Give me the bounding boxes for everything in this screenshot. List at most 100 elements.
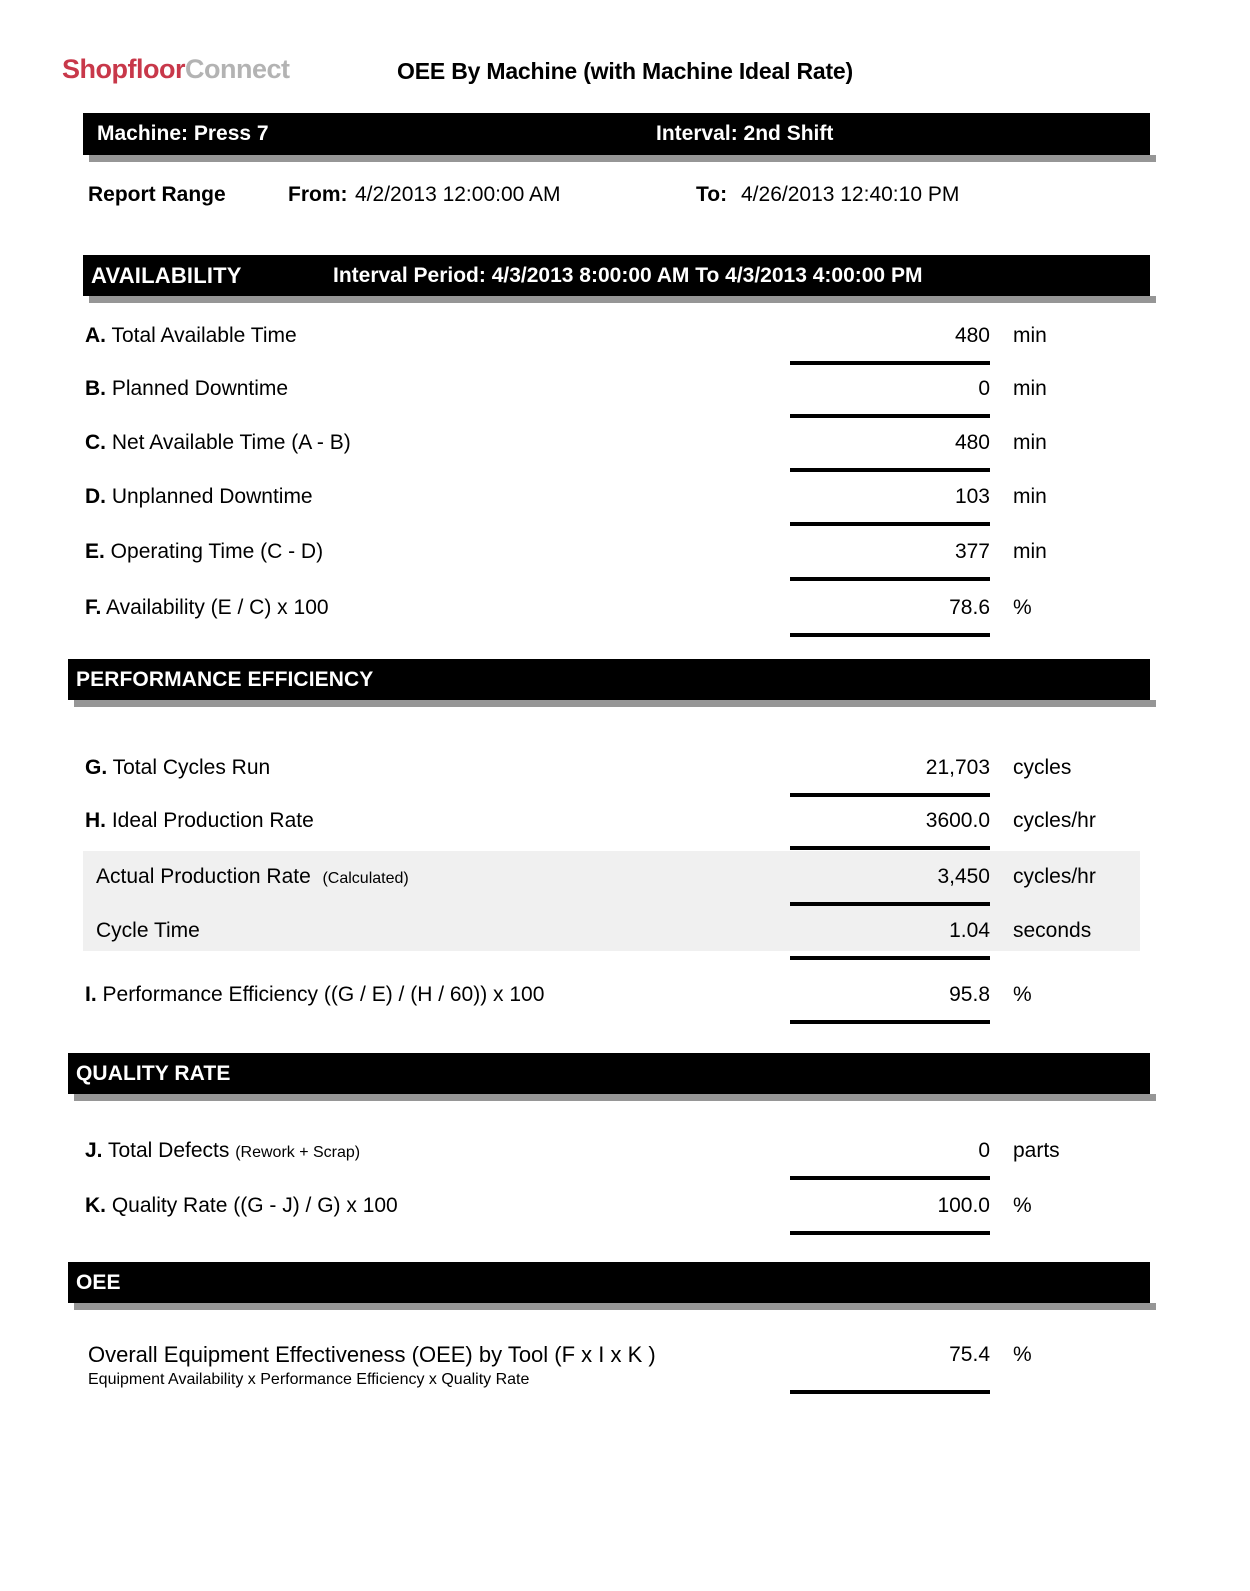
row-label: A. Total Available Time <box>85 321 297 351</box>
table-row: E. Operating Time (C - D) 377 min <box>85 537 1150 581</box>
row-key: K. <box>85 1194 106 1217</box>
row-label: J. Total Defects (Rework + Scrap) <box>85 1136 360 1168</box>
report-range-from-value: 4/2/2013 12:00:00 AM <box>355 183 561 206</box>
row-key: B. <box>85 377 106 400</box>
row-value: 0 <box>978 377 990 400</box>
section-header-shadow <box>74 1094 1156 1101</box>
report-page: ShopfloorConnect OEE By Machine (with Ma… <box>0 0 1250 1591</box>
row-unit: min <box>1013 431 1047 454</box>
row-value: 103 <box>954 485 990 508</box>
row-key: I. <box>85 983 97 1006</box>
table-row: H. Ideal Production Rate 3600.0 cycles/h… <box>85 806 1150 850</box>
row-text: Actual Production Rate <box>96 865 311 888</box>
row-unit: % <box>1013 596 1032 619</box>
row-value: 377 <box>954 540 990 563</box>
table-row: K. Quality Rate ((G - J) / G) x 100 100.… <box>85 1191 1150 1235</box>
row-value: 3600.0 <box>925 809 990 832</box>
performance-title: PERFORMANCE EFFICIENCY <box>76 668 374 691</box>
section-header-shadow <box>74 700 1156 707</box>
row-unit: parts <box>1013 1139 1060 1162</box>
section-header-performance-efficiency: PERFORMANCE EFFICIENCY <box>68 659 1156 707</box>
row-rule <box>790 414 990 418</box>
oee-summary-value: 75.4 <box>949 1343 990 1366</box>
row-label: C. Net Available Time (A - B) <box>85 428 351 458</box>
header-shadow <box>89 155 1156 162</box>
row-text: Performance Efficiency ((G / E) / (H / 6… <box>96 983 545 1006</box>
row-unit: min <box>1013 324 1047 347</box>
row-unit: min <box>1013 540 1047 563</box>
row-key: H. <box>85 809 106 832</box>
row-rule <box>790 633 990 637</box>
row-note: (Calculated) <box>322 870 409 887</box>
oee-summary-row: Overall Equipment Effectiveness (OEE) by… <box>85 1340 1150 1400</box>
row-label: F. Availability (E / C) x 100 <box>85 593 329 623</box>
row-label: E. Operating Time (C - D) <box>85 537 323 567</box>
row-value: 78.6 <box>949 596 990 619</box>
row-key: G. <box>85 756 108 779</box>
table-row: D. Unplanned Downtime 103 min <box>85 482 1150 526</box>
row-key: E. <box>85 540 105 563</box>
row-rule <box>790 468 990 472</box>
table-row: I. Performance Efficiency ((G / E) / (H … <box>85 980 1150 1024</box>
row-label: H. Ideal Production Rate <box>85 806 314 836</box>
section-header-availability: AVAILABILITY Interval Period: 4/3/2013 8… <box>83 255 1156 303</box>
row-value: 480 <box>954 431 990 454</box>
row-unit: min <box>1013 377 1047 400</box>
report-range-to-value: 4/26/2013 12:40:10 PM <box>741 183 960 206</box>
table-row: G. Total Cycles Run 21,703 cycles <box>85 753 1150 797</box>
section-header-shadow <box>74 1303 1156 1310</box>
table-row: Actual Production Rate (Calculated) 3,45… <box>85 862 1150 906</box>
quality-title: QUALITY RATE <box>76 1062 231 1085</box>
row-key: F. <box>85 596 102 619</box>
row-label: Actual Production Rate (Calculated) <box>96 862 409 894</box>
row-text: Net Available Time (A - B) <box>106 431 351 454</box>
row-label: K. Quality Rate ((G - J) / G) x 100 <box>85 1191 398 1221</box>
table-row: F. Availability (E / C) x 100 78.6 % <box>85 593 1150 637</box>
row-label: D. Unplanned Downtime <box>85 482 313 512</box>
row-value: 95.8 <box>949 983 990 1006</box>
row-text: Ideal Production Rate <box>106 809 314 832</box>
row-unit: seconds <box>1013 919 1092 942</box>
row-rule <box>790 577 990 581</box>
row-unit: cycles/hr <box>1013 865 1096 888</box>
report-range: Report Range From: 4/2/2013 12:00:00 AM … <box>88 183 1088 213</box>
section-header-quality-rate: QUALITY RATE <box>68 1053 1156 1101</box>
row-text: Total Available Time <box>106 324 297 347</box>
row-rule <box>790 361 990 365</box>
oee-summary-sublabel: Equipment Availability x Performance Eff… <box>88 1371 530 1388</box>
availability-interval-period: Interval Period: 4/3/2013 8:00:00 AM To … <box>333 264 923 287</box>
machine-interval-header: Machine: Press 7 Interval: 2nd Shift <box>83 113 1156 162</box>
row-value: 1.04 <box>949 919 990 942</box>
row-rule <box>790 1390 990 1394</box>
row-value: 3,450 <box>937 865 990 888</box>
row-label: Cycle Time <box>96 916 200 946</box>
row-rule <box>790 1231 990 1235</box>
row-text: Planned Downtime <box>106 377 289 400</box>
row-label: I. Performance Efficiency ((G / E) / (H … <box>85 980 544 1010</box>
row-key: A. <box>85 324 106 347</box>
row-key: D. <box>85 485 106 508</box>
oee-summary-label: Overall Equipment Effectiveness (OEE) by… <box>88 1342 656 1367</box>
row-rule <box>790 902 990 906</box>
row-text: Cycle Time <box>96 919 200 942</box>
row-value: 480 <box>954 324 990 347</box>
row-unit: cycles <box>1013 756 1072 779</box>
report-range-label: Report Range <box>88 183 226 206</box>
section-header-shadow <box>89 296 1156 303</box>
section-header-oee: OEE <box>68 1262 1156 1310</box>
table-row: Cycle Time 1.04 seconds <box>85 916 1150 960</box>
row-text: Operating Time (C - D) <box>104 540 324 563</box>
interval-label: Interval: 2nd Shift <box>656 122 834 145</box>
row-text: Quality Rate ((G - J) / G) x 100 <box>106 1194 398 1217</box>
table-row: J. Total Defects (Rework + Scrap) 0 part… <box>85 1136 1150 1180</box>
row-unit: % <box>1013 983 1032 1006</box>
oee-title: OEE <box>76 1271 121 1294</box>
row-unit: cycles/hr <box>1013 809 1096 832</box>
row-note: (Rework + Scrap) <box>235 1144 361 1161</box>
machine-label: Machine: Press 7 <box>97 122 269 145</box>
row-rule <box>790 793 990 797</box>
table-row: C. Net Available Time (A - B) 480 min <box>85 428 1150 472</box>
oee-summary-unit: % <box>1013 1343 1032 1366</box>
table-row: B. Planned Downtime 0 min <box>85 374 1150 418</box>
row-unit: % <box>1013 1194 1032 1217</box>
